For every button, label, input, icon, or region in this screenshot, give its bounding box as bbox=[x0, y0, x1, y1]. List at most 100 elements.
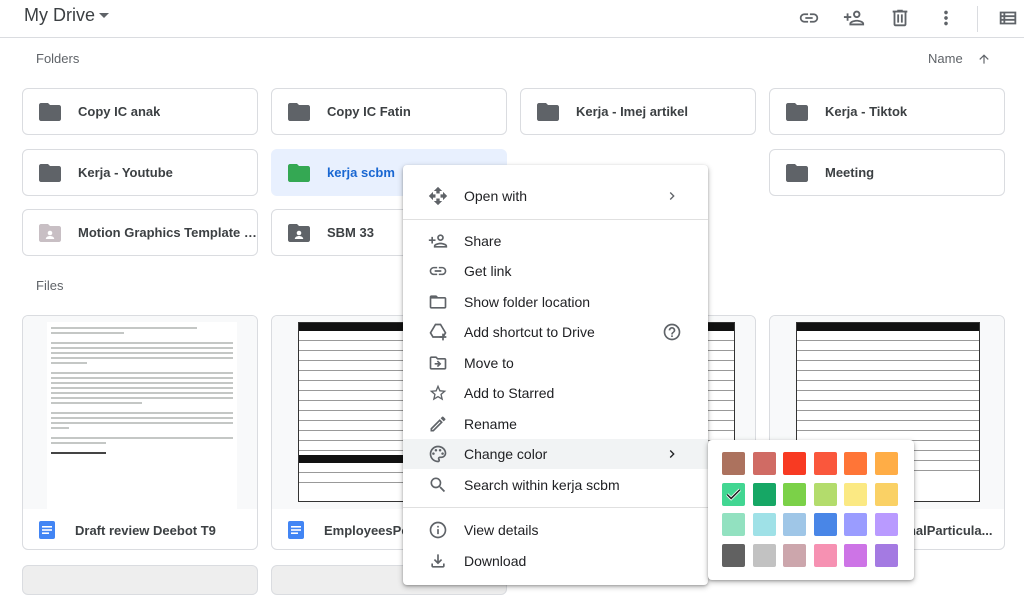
folder-icon bbox=[288, 102, 310, 121]
folder-tile[interactable]: Copy IC Fatin bbox=[271, 88, 507, 135]
folder-icon bbox=[288, 163, 310, 182]
color-swatch[interactable] bbox=[844, 452, 867, 475]
color-swatch[interactable] bbox=[844, 543, 867, 567]
color-swatch[interactable] bbox=[722, 452, 745, 475]
menu-item-get-link[interactable]: Get link bbox=[403, 256, 708, 286]
folder-icon bbox=[786, 102, 808, 121]
color-swatch[interactable] bbox=[874, 513, 898, 536]
color-swatch[interactable] bbox=[783, 452, 806, 475]
info-icon bbox=[427, 519, 449, 541]
menu-item-open-with[interactable]: Open with bbox=[403, 181, 708, 211]
file-card[interactable] bbox=[22, 565, 258, 595]
folder-icon bbox=[39, 102, 61, 121]
menu-item-label: Add shortcut to Drive bbox=[464, 324, 595, 340]
link-icon[interactable] bbox=[797, 6, 821, 30]
folder-tile[interactable]: Motion Graphics Template M... bbox=[22, 209, 258, 256]
color-swatch[interactable] bbox=[783, 482, 806, 506]
color-swatch[interactable] bbox=[844, 513, 867, 536]
move-to-icon bbox=[427, 352, 449, 374]
chevron-right-icon bbox=[662, 444, 682, 464]
color-swatch[interactable] bbox=[722, 482, 745, 506]
folder-name: Copy IC anak bbox=[78, 104, 161, 119]
folder-tile[interactable]: Kerja - Tiktok bbox=[769, 88, 1005, 135]
sort-control[interactable]: Name bbox=[928, 51, 991, 66]
color-swatch[interactable] bbox=[813, 452, 837, 475]
file-name: Draft review Deebot T9 bbox=[75, 522, 216, 538]
menu-item-label: Open with bbox=[464, 188, 528, 204]
color-swatch[interactable] bbox=[874, 482, 898, 506]
page-title[interactable]: My Drive bbox=[24, 5, 95, 26]
star-outline-icon bbox=[427, 382, 449, 404]
color-swatch[interactable] bbox=[874, 452, 898, 475]
color-swatch[interactable] bbox=[783, 513, 806, 536]
color-swatch[interactable] bbox=[722, 513, 745, 536]
add-shortcut-icon bbox=[427, 321, 449, 343]
sort-label: Name bbox=[928, 51, 963, 66]
color-swatch[interactable] bbox=[752, 543, 776, 567]
color-swatch[interactable] bbox=[722, 543, 745, 567]
menu-item-search-within[interactable]: Search within kerja scbm bbox=[403, 470, 708, 500]
file-name: EmployeesPer bbox=[324, 522, 414, 538]
menu-item-move-to[interactable]: Move to bbox=[403, 348, 708, 378]
folder-name: Copy IC Fatin bbox=[327, 104, 411, 119]
color-swatch[interactable] bbox=[813, 482, 837, 506]
link-icon bbox=[427, 260, 449, 282]
trash-icon[interactable] bbox=[888, 6, 912, 30]
folder-tile[interactable]: Meeting bbox=[769, 149, 1005, 196]
docs-icon bbox=[39, 521, 55, 539]
menu-item-label: Change color bbox=[464, 446, 548, 462]
menu-item-share[interactable]: Share bbox=[403, 226, 708, 256]
download-icon bbox=[427, 550, 449, 572]
color-swatch[interactable] bbox=[752, 513, 776, 536]
top-bar: My Drive bbox=[0, 0, 1024, 38]
menu-item-change-color[interactable]: Change color bbox=[403, 439, 708, 469]
color-swatch[interactable] bbox=[813, 513, 837, 536]
color-swatch[interactable] bbox=[874, 543, 898, 567]
arrow-up-icon[interactable] bbox=[977, 52, 991, 66]
menu-item-show-folder-location[interactable]: Show folder location bbox=[403, 287, 708, 317]
menu-item-label: Download bbox=[464, 553, 527, 569]
menu-divider bbox=[403, 219, 708, 220]
folder-name: SBM 33 bbox=[327, 225, 374, 240]
shared-folder-icon bbox=[288, 223, 310, 242]
search-icon bbox=[427, 474, 449, 496]
menu-item-label: View details bbox=[464, 522, 539, 538]
folder-name: kerja scbm bbox=[327, 165, 395, 180]
color-swatch[interactable] bbox=[783, 543, 806, 567]
menu-item-download[interactable]: Download bbox=[403, 546, 708, 576]
context-menu: Open with Share Get link Show folder loc… bbox=[403, 165, 708, 585]
add-person-icon[interactable] bbox=[842, 6, 866, 30]
color-swatch[interactable] bbox=[752, 482, 776, 506]
folders-section-label: Folders bbox=[36, 51, 80, 66]
menu-item-label: Share bbox=[464, 233, 502, 249]
color-swatch[interactable] bbox=[752, 452, 776, 475]
files-section-label: Files bbox=[36, 278, 64, 293]
folder-name: Meeting bbox=[825, 165, 875, 180]
more-vert-icon[interactable] bbox=[934, 6, 958, 30]
color-palette bbox=[708, 440, 914, 580]
color-swatch[interactable] bbox=[844, 482, 867, 506]
document-thumbnail bbox=[47, 322, 237, 509]
menu-item-label: Rename bbox=[464, 416, 517, 432]
menu-item-label: Add to Starred bbox=[464, 385, 555, 401]
folder-icon bbox=[786, 163, 808, 182]
folder-name: Motion Graphics Template M... bbox=[78, 225, 257, 240]
folder-icon bbox=[39, 163, 61, 182]
menu-item-rename[interactable]: Rename bbox=[403, 409, 708, 439]
chevron-down-icon[interactable] bbox=[99, 13, 109, 18]
menu-item-label: Move to bbox=[464, 355, 514, 371]
color-swatch[interactable] bbox=[813, 543, 837, 567]
palette-icon bbox=[427, 443, 449, 465]
list-view-icon[interactable] bbox=[996, 6, 1020, 30]
menu-item-label: Search within kerja scbm bbox=[464, 477, 620, 493]
menu-item-add-shortcut[interactable]: Add shortcut to Drive bbox=[403, 317, 708, 347]
folder-tile[interactable]: Kerja - Imej artikel bbox=[520, 88, 756, 135]
menu-item-add-to-starred[interactable]: Add to Starred bbox=[403, 378, 708, 408]
help-icon[interactable] bbox=[662, 322, 682, 342]
menu-item-view-details[interactable]: View details bbox=[403, 515, 708, 545]
menu-divider bbox=[403, 507, 708, 508]
folder-tile[interactable]: Copy IC anak bbox=[22, 88, 258, 135]
file-card[interactable]: Draft review Deebot T9 bbox=[22, 315, 258, 550]
folder-tile[interactable]: Kerja - Youtube bbox=[22, 149, 258, 196]
menu-item-label: Show folder location bbox=[464, 294, 591, 310]
